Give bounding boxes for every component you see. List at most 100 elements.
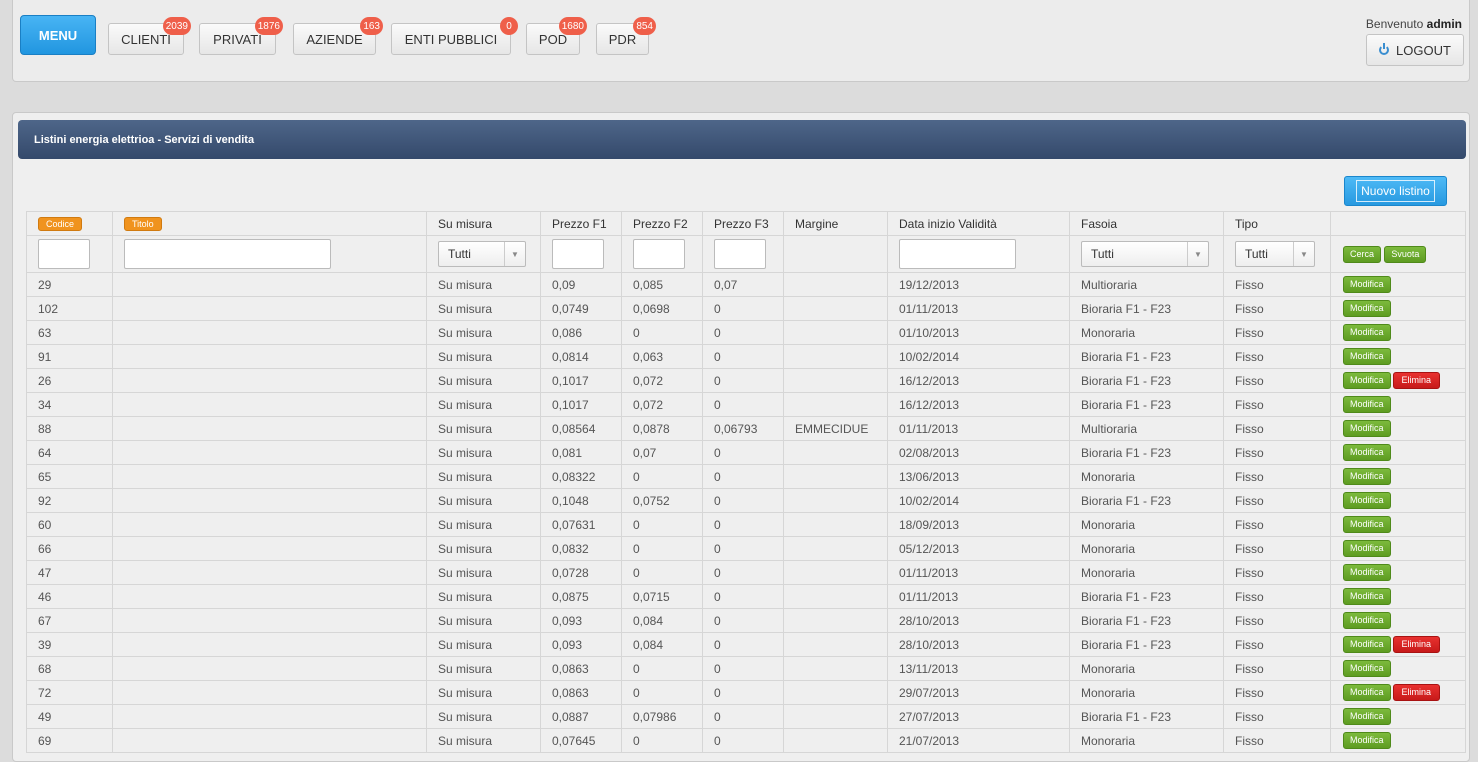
- prezzo-f3-filter-input[interactable]: [714, 239, 766, 269]
- nav-aziende-button[interactable]: AZIENDE 163: [293, 17, 383, 55]
- modifica-button[interactable]: Modifica: [1343, 276, 1391, 293]
- cell-titolo: [112, 320, 427, 345]
- elimina-button[interactable]: Elimina: [1392, 636, 1441, 653]
- svuota-button[interactable]: Svuota: [1384, 245, 1427, 263]
- cell-codice: 63: [26, 320, 113, 345]
- cell-f2: 0,0752: [621, 488, 703, 513]
- cell-data: 10/02/2014: [887, 344, 1070, 369]
- cell-margine: [783, 512, 888, 537]
- col-fascia: Fasoia: [1069, 211, 1224, 236]
- cell-fascia: Multioraria: [1069, 416, 1224, 441]
- cell-actions: Modifica: [1330, 272, 1466, 297]
- sort-codice-tag[interactable]: Codice: [38, 217, 83, 231]
- cell-tipo: Fisso: [1223, 536, 1331, 561]
- col-titolo[interactable]: Titolo: [112, 211, 427, 236]
- cell-tipo: Fisso: [1223, 704, 1331, 729]
- nav-enti-pubblici-badge: 0: [500, 17, 518, 35]
- modifica-button[interactable]: Modifica: [1343, 564, 1391, 581]
- cell-f2: 0: [621, 560, 703, 585]
- elimina-button[interactable]: Elimina: [1392, 372, 1441, 389]
- modifica-button[interactable]: Modifica: [1343, 444, 1391, 461]
- modifica-button[interactable]: Modifica: [1343, 348, 1391, 365]
- cell-f3: 0: [702, 704, 784, 729]
- modifica-button[interactable]: Modifica: [1343, 732, 1391, 749]
- data-filter-input[interactable]: [899, 239, 1016, 269]
- modifica-button[interactable]: Modifica: [1343, 372, 1391, 389]
- table-row: 26 Su misura 0,1017 0,072 0 16/12/2013 Biorari…: [26, 368, 1466, 393]
- col-data-inizio: Data inizio Validità: [887, 211, 1070, 236]
- cell-f3: 0: [702, 344, 784, 369]
- elimina-button[interactable]: Elimina: [1392, 684, 1441, 701]
- modifica-button[interactable]: Modifica: [1343, 684, 1391, 701]
- titolo-filter-input[interactable]: [124, 239, 331, 269]
- table-row: 63 Su misura 0,086 0 0 01/10/2013 Monoraria Fis…: [26, 320, 1466, 345]
- cell-codice: 68: [26, 656, 113, 681]
- welcome-text: Benvenuto admin: [1366, 17, 1462, 31]
- nav-clienti-button[interactable]: CLIENTI 2039: [108, 17, 191, 55]
- cell-fascia: Monoraria: [1069, 512, 1224, 537]
- codice-filter-input[interactable]: [38, 239, 90, 269]
- cell-f3: 0,06793: [702, 416, 784, 441]
- modifica-button[interactable]: Modifica: [1343, 492, 1391, 509]
- modifica-button[interactable]: Modifica: [1343, 708, 1391, 725]
- modifica-button[interactable]: Modifica: [1343, 660, 1391, 677]
- table-body: 29 Su misura 0,09 0,085 0,07 19/12/2013 Multio…: [26, 272, 1466, 753]
- modifica-button[interactable]: Modifica: [1343, 516, 1391, 533]
- cell-codice: 102: [26, 296, 113, 321]
- cell-f1: 0,1017: [540, 368, 622, 393]
- modifica-button[interactable]: Modifica: [1343, 420, 1391, 437]
- cell-margine: [783, 632, 888, 657]
- cell-margine: [783, 440, 888, 465]
- logout-button[interactable]: LOGOUT: [1366, 34, 1464, 66]
- cell-f2: 0,0878: [621, 416, 703, 441]
- cell-f2: 0,0698: [621, 296, 703, 321]
- modifica-button[interactable]: Modifica: [1343, 324, 1391, 341]
- nav-pod-button[interactable]: POD 1680: [526, 17, 587, 55]
- cell-f2: 0,084: [621, 608, 703, 633]
- cell-fascia: Bioraria F1 - F23: [1069, 392, 1224, 417]
- modifica-button[interactable]: Modifica: [1343, 468, 1391, 485]
- nav-enti-pubblici-button[interactable]: ENTI PUBBLICI 0: [391, 17, 518, 55]
- cell-f2: 0: [621, 320, 703, 345]
- top-header: MENU CLIENTI 2039 PRIVATI 1876 AZIENDE 1…: [12, 0, 1470, 82]
- cell-data: 01/11/2013: [887, 416, 1070, 441]
- modifica-button[interactable]: Modifica: [1343, 540, 1391, 557]
- cerca-button[interactable]: Cerca: [1343, 245, 1382, 263]
- cell-f3: 0: [702, 608, 784, 633]
- cell-actions: Modifica: [1330, 320, 1466, 345]
- col-codice[interactable]: Codice: [26, 211, 113, 236]
- fascia-select[interactable]: Tutti ▼: [1081, 241, 1209, 267]
- cell-su-misura: Su misura: [426, 368, 541, 393]
- modifica-button[interactable]: Modifica: [1343, 396, 1391, 413]
- cell-data: 19/12/2013: [887, 272, 1070, 297]
- cell-margine: [783, 344, 888, 369]
- tipo-select[interactable]: Tutti ▼: [1235, 241, 1315, 267]
- table-row: 92 Su misura 0,1048 0,0752 0 10/02/2014 Biorar…: [26, 488, 1466, 513]
- cell-codice: 60: [26, 512, 113, 537]
- cell-f3: 0: [702, 512, 784, 537]
- sort-titolo-tag[interactable]: Titolo: [124, 217, 162, 231]
- nav-pdr-button[interactable]: PDR 854: [596, 17, 656, 55]
- table-row: 39 Su misura 0,093 0,084 0 28/10/2013 Bioraria…: [26, 632, 1466, 657]
- prezzo-f2-filter-input[interactable]: [633, 239, 685, 269]
- cell-data: 29/07/2013: [887, 680, 1070, 705]
- menu-button[interactable]: MENU: [20, 15, 96, 55]
- nav-pod-badge: 1680: [558, 17, 587, 35]
- cell-tipo: Fisso: [1223, 416, 1331, 441]
- cell-margine: [783, 368, 888, 393]
- nav-pdr-badge: 854: [633, 17, 656, 35]
- modifica-button[interactable]: Modifica: [1343, 612, 1391, 629]
- cell-titolo: [112, 680, 427, 705]
- new-listino-button[interactable]: Nuovo listino: [1344, 176, 1447, 206]
- su-misura-select[interactable]: Tutti ▼: [438, 241, 526, 267]
- prezzo-f1-filter-input[interactable]: [552, 239, 604, 269]
- cell-margine: [783, 704, 888, 729]
- cell-data: 28/10/2013: [887, 632, 1070, 657]
- cell-titolo: [112, 488, 427, 513]
- nav-privati-button[interactable]: PRIVATI 1876: [199, 17, 283, 55]
- modifica-button[interactable]: Modifica: [1343, 300, 1391, 317]
- modifica-button[interactable]: Modifica: [1343, 588, 1391, 605]
- cell-titolo: [112, 296, 427, 321]
- modifica-button[interactable]: Modifica: [1343, 636, 1391, 653]
- cell-su-misura: Su misura: [426, 656, 541, 681]
